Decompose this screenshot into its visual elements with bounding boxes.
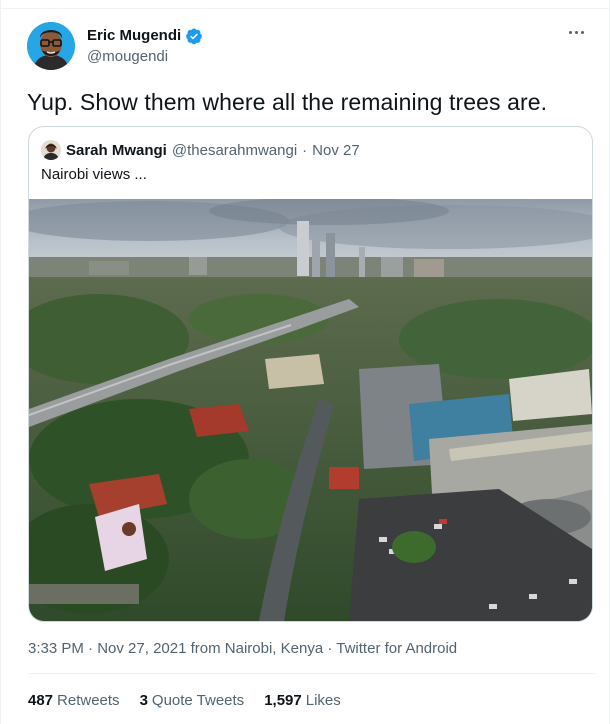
quoted-author-name: Sarah Mwangi [66,141,167,159]
retweets-count: 487 [28,692,54,709]
author-info: Eric Mugendi @mougendi [87,26,203,67]
quoted-tweet-photo[interactable] [29,199,592,621]
meta-separator-2: · [327,640,333,657]
retweets-label: Retweets [57,692,120,709]
quoted-tweet-text: Nairobi views ... [41,166,147,183]
top-divider [1,8,609,9]
quotes-label: Quote Tweets [151,692,245,709]
tweet-client[interactable]: Twitter for Android [336,640,457,657]
tweet-time[interactable]: 3:33 PM [28,640,84,657]
quoted-tweet[interactable]: Sarah Mwangi @thesarahmwangi · Nov 27 Na… [28,126,593,622]
quoted-author-avatar[interactable] [41,140,61,160]
tweet-date[interactable]: Nov 27, 2021 [97,640,186,657]
tweet-location: from Nairobi, Kenya [190,640,324,657]
author-handle[interactable]: @mougendi [87,47,203,67]
quoted-author-handle: @thesarahmwangi [171,141,298,159]
more-horizontal-icon[interactable] [561,20,591,44]
tweet-header: Eric Mugendi @mougendi [27,20,595,72]
tweet-text: Yup. Show them where all the remaining t… [27,89,548,115]
quoted-date: Nov 27 [312,141,360,159]
quotes-count: 3 [139,692,148,709]
author-avatar[interactable] [27,22,75,70]
author-name[interactable]: Eric Mugendi [87,26,181,45]
quoted-tweet-header: Sarah Mwangi @thesarahmwangi · Nov 27 [41,140,360,160]
likes-count: 1,597 [264,692,302,709]
verified-badge-icon [185,27,203,45]
tweet-timestamp: 3:33 PM · Nov 27, 2021 from Nairobi, Ken… [28,640,457,657]
likes-stat[interactable]: 1,597 Likes [264,692,341,709]
likes-label: Likes [305,692,341,709]
quote-tweets-stat[interactable]: 3 Quote Tweets [140,692,245,709]
tweet-stats: 487 Retweets 3 Quote Tweets 1,597 Likes [28,692,341,709]
quoted-separator: · [302,141,308,159]
author-name-row: Eric Mugendi [87,26,203,45]
stats-divider [28,673,595,674]
meta-separator-1: · [88,640,94,657]
tweet-card: Eric Mugendi @mougendi Yup. Show them wh… [0,0,610,724]
retweets-stat[interactable]: 487 Retweets [28,692,120,709]
